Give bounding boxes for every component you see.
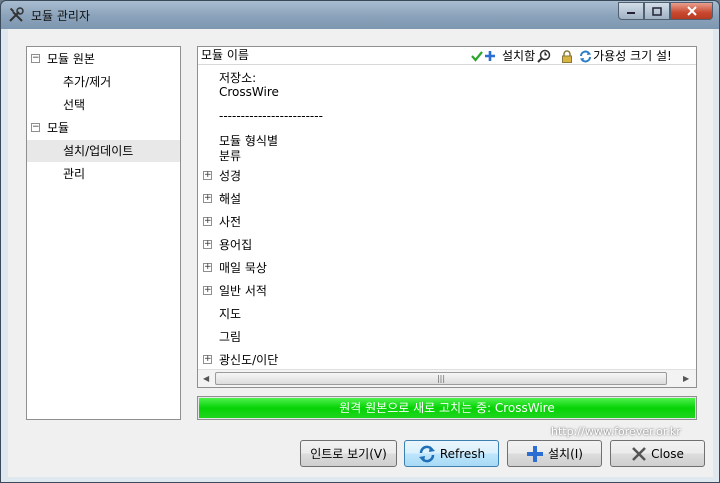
close-window-button[interactable]: [670, 2, 713, 20]
category-row-commentaries[interactable]: + 해설: [198, 188, 696, 210]
expand-icon[interactable]: +: [203, 286, 212, 295]
tree-item-manage[interactable]: 관리: [27, 163, 180, 185]
module-list: 모듈 이름 설치함 가용성 크기 설! 저장소: CrossWire -----…: [197, 46, 697, 388]
column-header-name[interactable]: 모듈 이름: [201, 47, 249, 64]
intro-view-label: 인트로 보기(V): [310, 447, 387, 461]
install-button[interactable]: 설치(I): [507, 440, 602, 467]
refresh-button[interactable]: Refresh: [404, 440, 499, 467]
category-row-bibles[interactable]: + 성경: [198, 165, 696, 187]
category-row-cults-unorthodox[interactable]: + 광신도/이단: [198, 349, 696, 371]
tree-item-modules[interactable]: − 모듈: [27, 117, 180, 139]
tree-item-label: 모듈 원본: [47, 52, 95, 66]
scrollbar-thumb[interactable]: |||: [215, 372, 667, 385]
refresh-progress-bar: 원격 원본으로 새로 고치는 중: CrossWire: [197, 396, 697, 420]
refresh-icon: [418, 445, 435, 462]
tree-item-module-sources[interactable]: − 모듈 원본: [27, 48, 180, 70]
category-label: 일반 서적: [219, 284, 267, 298]
repository-name: CrossWire: [219, 85, 279, 99]
tree-item-label: 모듈: [47, 121, 70, 135]
expand-icon[interactable]: +: [203, 194, 212, 203]
expand-icon[interactable]: +: [203, 240, 212, 249]
column-header-installed[interactable]: 설치함: [502, 48, 535, 65]
expand-icon[interactable]: +: [203, 263, 212, 272]
separator-line: ------------------------: [219, 109, 323, 123]
intro-view-button[interactable]: 인트로 보기(V): [300, 440, 397, 467]
lock-icon: [562, 49, 573, 63]
expand-icon[interactable]: +: [203, 171, 212, 180]
close-x-icon: [632, 446, 647, 461]
minimize-button[interactable]: [618, 2, 644, 20]
category-label: 분류: [219, 149, 242, 163]
window-title: 모듈 관리자: [31, 9, 91, 23]
category-label: 매일 묵상: [219, 261, 267, 275]
tree-item-label: 설치/업데이트: [63, 144, 134, 158]
maximize-button[interactable]: [644, 2, 670, 20]
navigation-tree: − 모듈 원본 추가/제거 선택 − 모듈 설치/업데이트 관리: [26, 46, 181, 420]
title-bar[interactable]: 모듈 관리자: [1, 1, 719, 29]
tree-item-install-update[interactable]: 설치/업데이트: [27, 140, 180, 162]
close-button[interactable]: Close: [610, 440, 705, 467]
category-label: 그림: [219, 330, 242, 344]
category-label: 지도: [219, 307, 242, 321]
refresh-label: Refresh: [439, 446, 486, 461]
column-header-available-size[interactable]: 가용성 크기 설!: [593, 48, 672, 65]
dialog-body: − 모듈 원본 추가/제거 선택 − 모듈 설치/업데이트 관리 모듈 이름 설…: [8, 29, 713, 477]
maximize-icon: [652, 6, 662, 16]
repository-label: 저장소:: [219, 71, 257, 85]
close-x-icon: [686, 6, 697, 16]
collapse-icon[interactable]: −: [31, 54, 40, 63]
progress-status-text: 원격 원본으로 새로 고치는 중: CrossWire: [339, 401, 555, 415]
category-label: 용어집: [219, 238, 253, 252]
category-row-images[interactable]: 그림: [198, 326, 696, 348]
tree-item-choose[interactable]: 선택: [27, 94, 180, 116]
check-icon: [471, 51, 483, 62]
category-row-daily-devotions[interactable]: + 매일 묵상: [198, 257, 696, 279]
tools-icon: [9, 7, 24, 22]
category-label: 성경: [219, 169, 242, 183]
install-label: 설치(I): [548, 447, 583, 461]
expand-icon[interactable]: +: [203, 355, 212, 364]
collapse-icon[interactable]: −: [31, 123, 40, 132]
category-label: 사전: [219, 215, 242, 229]
tree-item-label: 선택: [63, 98, 86, 112]
plus-icon: [527, 445, 543, 462]
refresh-icon: [580, 50, 592, 62]
minimize-icon: [627, 12, 635, 14]
category-row-general-books[interactable]: + 일반 서적: [198, 280, 696, 302]
tree-item-label: 추가/제거: [63, 75, 112, 89]
close-label: Close: [651, 446, 684, 461]
tree-item-label: 관리: [63, 167, 86, 181]
category-label: 광신도/이단: [219, 353, 279, 367]
watermark: http://www.forever.or.kr: [551, 425, 681, 438]
category-row-maps[interactable]: 지도: [198, 303, 696, 325]
magnifier-icon: [537, 49, 551, 63]
plus-icon: [485, 51, 495, 61]
tree-item-add-remove[interactable]: 추가/제거: [27, 71, 180, 93]
list-header: 모듈 이름 설치함 가용성 크기 설!: [198, 47, 696, 65]
category-label: 해설: [219, 192, 242, 206]
category-row-glossaries[interactable]: + 용어집: [198, 234, 696, 256]
horizontal-scrollbar[interactable]: ◀ ||| ▶: [198, 369, 696, 387]
module-manager-window: 모듈 관리자 − 모듈 원본 추가/제거 선택 − 모듈 설치/업데이트 관리 …: [0, 0, 720, 483]
scroll-left-icon[interactable]: ◀: [203, 374, 209, 383]
scroll-right-icon[interactable]: ▶: [683, 374, 689, 383]
category-row-lexicons[interactable]: + 사전: [198, 211, 696, 233]
expand-icon[interactable]: +: [203, 217, 212, 226]
